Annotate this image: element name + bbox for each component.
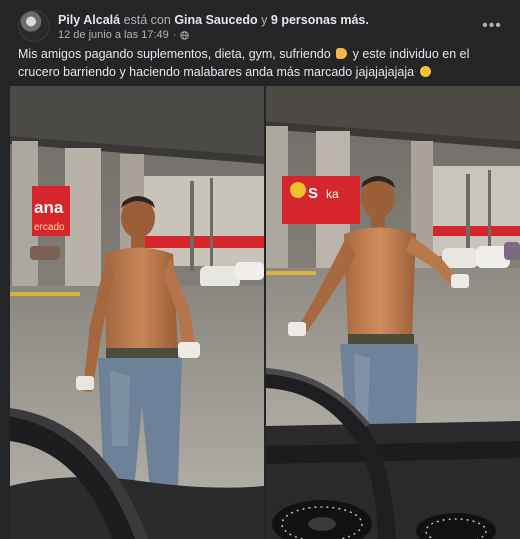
tagged-person[interactable]: Gina Saucedo [174,13,257,27]
laughing-emoji [419,66,431,77]
facebook-post: Pily Alcalá está con Gina Saucedo y 9 pe… [0,0,520,539]
with-text: está con [123,13,171,27]
photo-1[interactable]: ana ercado [10,86,264,539]
post-headline: Pily Alcalá está con Gina Saucedo y 9 pe… [58,12,369,28]
caption-part1: Mis amigos pagando suplementos, dieta, g… [18,47,331,61]
flexed-biceps-emoji [336,48,348,59]
photo-2[interactable]: S ka [266,86,520,539]
photo-1-sign-sub: ercado [34,222,65,233]
post-header: Pily Alcalá está con Gina Saucedo y 9 pe… [18,10,506,44]
post-date[interactable]: 12 de junio a las 17:49 [58,28,169,42]
more-options-icon[interactable]: ••• [478,12,506,40]
others-link[interactable]: 9 personas más. [271,13,369,27]
globe-icon [180,30,190,40]
photo-2-sign-text: S [308,185,318,202]
photo-1-sign-text: ana [34,198,64,217]
meta-separator: · [172,29,177,41]
author-name[interactable]: Pily Alcalá [58,13,120,27]
and-text: y [261,13,268,27]
post-meta: 12 de junio a las 17:49 · [58,28,190,42]
post-caption: Mis amigos pagando suplementos, dieta, g… [18,45,508,81]
avatar[interactable] [18,10,50,42]
photo-2-image: S ka [266,86,520,539]
photo-2-sign-sub: ka [326,187,339,201]
photo-1-image: ana ercado [10,86,264,539]
photo-grid: ana ercado S ka [10,86,520,539]
